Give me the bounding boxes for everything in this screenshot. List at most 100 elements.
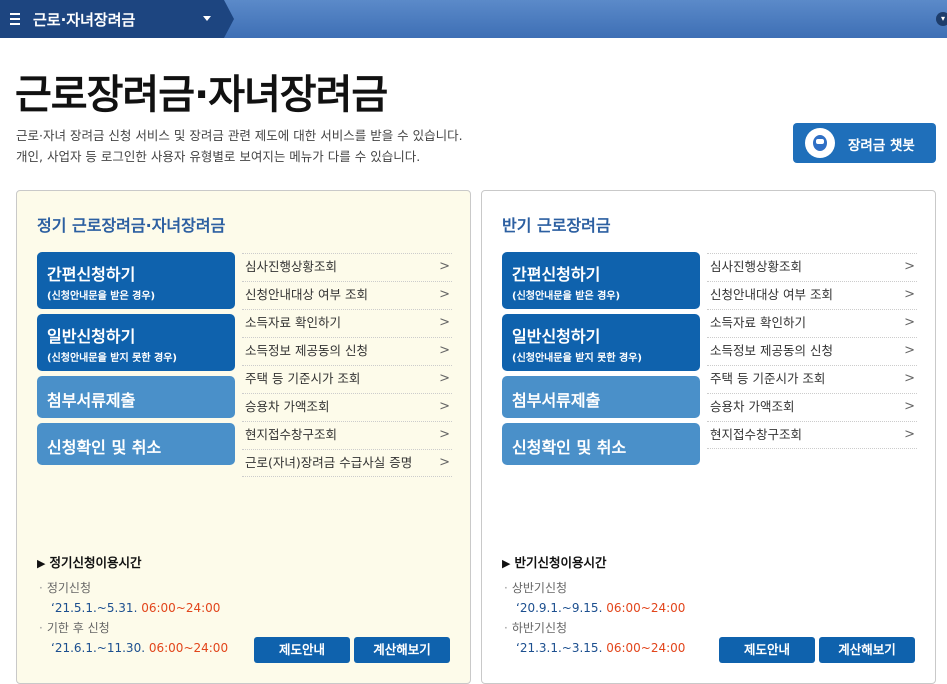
page-description: 근로·자녀 장려금 신청 서비스 및 장려금 관련 제도에 대한 서비스를 받을… xyxy=(16,125,463,167)
chevron-right-icon: > xyxy=(904,259,915,274)
description-line-1: 근로·자녀 장려금 신청 서비스 및 장려금 관련 제도에 대한 서비스를 받을… xyxy=(16,128,463,143)
link-item[interactable]: 심사진행상황조회 > xyxy=(707,253,917,281)
link-item[interactable]: 소득자료 확인하기 > xyxy=(242,309,452,337)
chevron-down-icon[interactable]: ▾ xyxy=(936,12,947,26)
link-item[interactable]: 소득자료 확인하기 > xyxy=(707,309,917,337)
chevron-right-icon: > xyxy=(439,455,450,470)
link-label: 심사진행상황조회 xyxy=(710,259,803,274)
button-label: 신청확인 및 취소 xyxy=(47,438,162,457)
link-label: 소득자료 확인하기 xyxy=(710,315,806,330)
link-label: 근로(자녀)장려금 수급사실 증명 xyxy=(245,455,413,470)
hours-date: ‘21.6.1.~11.30. xyxy=(51,641,146,655)
button-label: 간편신청하기 xyxy=(512,265,601,284)
simple-apply-button[interactable]: 간편신청하기 (신청안내문을 받은 경우) xyxy=(37,252,235,309)
chevron-right-icon: > xyxy=(439,427,450,442)
link-item[interactable]: 근로(자녀)장려금 수급사실 증명 > xyxy=(242,449,452,477)
hours-period: ‘21.5.1.~5.31. 06:00~24:00 xyxy=(39,598,228,618)
link-item[interactable]: 승용차 가액조회 > xyxy=(707,393,917,421)
chevron-right-icon: > xyxy=(439,315,450,330)
panel-title: 정기 근로장려금·자녀장려금 xyxy=(37,216,226,235)
hours-label: 정기신청 xyxy=(39,578,228,598)
triangle-right-icon: ▶ xyxy=(502,557,511,570)
link-label: 심사진행상황조회 xyxy=(245,259,338,274)
button-sublabel: (신청안내문을 받은 경우) xyxy=(512,291,621,302)
chevron-right-icon: > xyxy=(904,287,915,302)
submit-documents-button[interactable]: 첨부서류제출 xyxy=(37,376,235,418)
hours-time: 06:00~24:00 xyxy=(606,641,686,655)
confirm-cancel-button[interactable]: 신청확인 및 취소 xyxy=(37,423,235,465)
link-label: 주택 등 기준시가 조회 xyxy=(245,371,361,386)
link-label: 소득자료 확인하기 xyxy=(245,315,341,330)
hours-label: 기한 후 신청 xyxy=(39,618,228,638)
simple-apply-button[interactable]: 간편신청하기 (신청안내문을 받은 경우) xyxy=(502,252,700,309)
button-label: 일반신청하기 xyxy=(512,327,601,346)
calculate-button[interactable]: 계산해보기 xyxy=(354,637,450,663)
system-info-button[interactable]: 제도안내 xyxy=(719,637,815,663)
chevron-right-icon: > xyxy=(439,371,450,386)
link-item[interactable]: 소득정보 제공동의 신청 > xyxy=(707,337,917,365)
hours-label: 하반기신청 xyxy=(504,618,685,638)
link-label: 신청안내대상 여부 조회 xyxy=(710,287,833,302)
hours-title: 정기신청이용시간 xyxy=(49,555,142,570)
button-label: 신청확인 및 취소 xyxy=(512,438,627,457)
half-year-incentive-panel: 반기 근로장려금 간편신청하기 (신청안내문을 받은 경우) 일반신청하기 (신… xyxy=(481,190,936,684)
link-label: 현지접수창구조회 xyxy=(710,427,803,442)
chevron-right-icon: > xyxy=(439,287,450,302)
hours-list: 상반기신청 ‘20.9.1.~9.15. 06:00~24:00 하반기신청 ‘… xyxy=(504,578,686,658)
general-apply-button[interactable]: 일반신청하기 (신청안내문을 받지 못한 경우) xyxy=(502,314,700,371)
link-item[interactable]: 신청안내대상 여부 조회 > xyxy=(242,281,452,309)
link-label: 소득정보 제공동의 신청 xyxy=(710,343,833,358)
link-list: 심사진행상황조회 > 신청안내대상 여부 조회 > 소득자료 확인하기 > 소득정보 … xyxy=(242,253,452,477)
link-label: 승용차 가액조회 xyxy=(245,399,330,414)
hours-period: ‘21.3.1.~3.15. 06:00~24:00 xyxy=(504,638,685,658)
description-line-2: 개인, 사업자 등 로그인한 사용자 유형별로 보여지는 메뉴가 다를 수 있습… xyxy=(16,149,421,164)
hours-period: ‘20.9.1.~9.15. 06:00~24:00 xyxy=(504,598,685,618)
button-sublabel: (신청안내문을 받지 못한 경우) xyxy=(512,353,642,364)
button-label: 첨부서류제출 xyxy=(512,391,601,410)
hours-date: ‘20.9.1.~9.15. xyxy=(516,601,603,615)
menu-dropdown[interactable]: 근로·자녀장려금 xyxy=(0,0,234,38)
chatbot-label: 장려금 챗봇 xyxy=(848,138,915,154)
hours-date: ‘21.5.1.~5.31. xyxy=(51,601,138,615)
button-label: 간편신청하기 xyxy=(47,265,136,284)
link-label: 승용차 가액조회 xyxy=(710,399,795,414)
page-title: 근로장려금·자녀장려금 xyxy=(15,72,388,118)
hours-period: ‘21.6.1.~11.30. 06:00~24:00 xyxy=(39,638,228,658)
link-label: 현지접수창구조회 xyxy=(245,427,338,442)
top-nav-bar: 근로·자녀장려금 ▾ xyxy=(0,0,947,38)
submit-documents-button[interactable]: 첨부서류제출 xyxy=(502,376,700,418)
hours-title: 반기신청이용시간 xyxy=(514,555,607,570)
system-info-button[interactable]: 제도안내 xyxy=(254,637,350,663)
button-sublabel: (신청안내문을 받은 경우) xyxy=(47,291,156,302)
chevron-right-icon: > xyxy=(904,371,915,386)
hours-time: 06:00~24:00 xyxy=(141,601,221,615)
confirm-cancel-button[interactable]: 신청확인 및 취소 xyxy=(502,423,700,465)
general-apply-button[interactable]: 일반신청하기 (신청안내문을 받지 못한 경우) xyxy=(37,314,235,371)
link-item[interactable]: 주택 등 기준시가 조회 > xyxy=(707,365,917,393)
panel-title: 반기 근로장려금 xyxy=(502,216,611,235)
menu-title: 근로·자녀장려금 xyxy=(33,11,136,29)
hamburger-icon xyxy=(10,13,20,28)
link-item[interactable]: 승용차 가액조회 > xyxy=(242,393,452,421)
chevron-right-icon: > xyxy=(904,427,915,442)
hours-heading: ▶ 정기신청이용시간 xyxy=(37,552,141,571)
hours-time: 06:00~24:00 xyxy=(606,601,686,615)
link-item[interactable]: 주택 등 기준시가 조회 > xyxy=(242,365,452,393)
triangle-right-icon: ▶ xyxy=(37,557,46,570)
hours-list: 정기신청 ‘21.5.1.~5.31. 06:00~24:00 기한 후 신청 … xyxy=(39,578,228,658)
hours-heading: ▶ 반기신청이용시간 xyxy=(502,552,606,571)
chevron-right-icon: > xyxy=(439,343,450,358)
calculate-button[interactable]: 계산해보기 xyxy=(819,637,915,663)
chatbot-button[interactable]: 장려금 챗봇 xyxy=(793,123,936,163)
link-label: 소득정보 제공동의 신청 xyxy=(245,343,368,358)
hours-date: ‘21.3.1.~3.15. xyxy=(516,641,603,655)
link-label: 주택 등 기준시가 조회 xyxy=(710,371,826,386)
link-item[interactable]: 현지접수창구조회 > xyxy=(707,421,917,449)
link-item[interactable]: 심사진행상황조회 > xyxy=(242,253,452,281)
link-item[interactable]: 현지접수창구조회 > xyxy=(242,421,452,449)
link-item[interactable]: 소득정보 제공동의 신청 > xyxy=(242,337,452,365)
button-sublabel: (신청안내문을 받지 못한 경우) xyxy=(47,353,177,364)
hours-label: 상반기신청 xyxy=(504,578,685,598)
link-label: 신청안내대상 여부 조회 xyxy=(245,287,368,302)
link-item[interactable]: 신청안내대상 여부 조회 > xyxy=(707,281,917,309)
